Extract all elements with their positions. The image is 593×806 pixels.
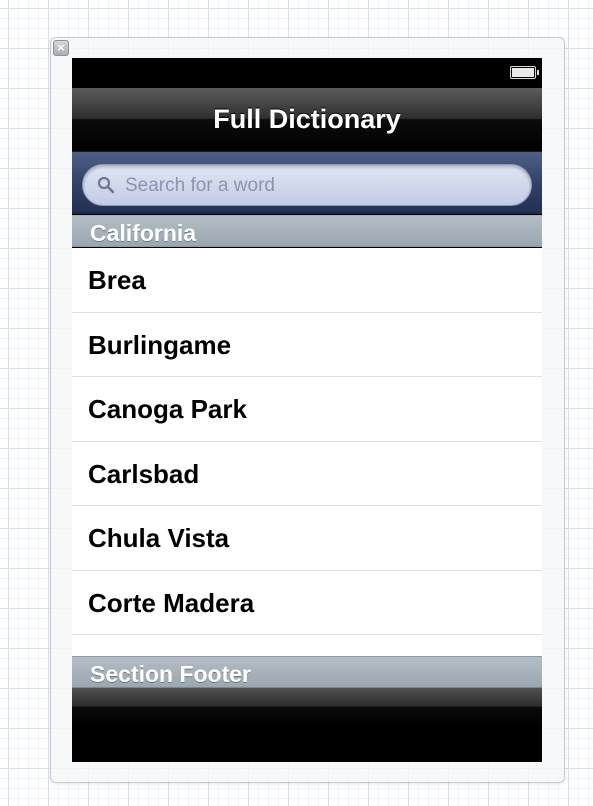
table-row[interactable]: Carlsbad [72, 441, 542, 506]
row-label: Corte Madera [88, 587, 255, 618]
table-row[interactable]: Burlingame [72, 312, 542, 377]
row-label: Canoga Park [88, 394, 247, 424]
search-icon [97, 176, 115, 194]
table-view[interactable]: Brea Burlingame Canoga Park Carlsbad Chu… [72, 248, 542, 656]
row-label: Brea [88, 265, 146, 295]
table-row[interactable]: Chula Vista [72, 506, 542, 571]
section-header: California [72, 215, 542, 247]
status-bar [72, 58, 542, 88]
search-placeholder: Search for a word [125, 175, 275, 196]
search-input[interactable]: Search for a word [82, 164, 532, 206]
close-icon[interactable]: × [53, 40, 69, 56]
search-bar: Search for a word [72, 152, 542, 214]
section-footer: Section Footer [72, 656, 542, 688]
iphone-view: Full Dictionary Search for a word Califo… [72, 58, 542, 762]
navigation-bar: Full Dictionary [72, 88, 542, 152]
table-row[interactable]: Corte Madera [72, 570, 542, 635]
section-footer-label: Section Footer [90, 661, 252, 687]
battery-icon [510, 66, 539, 79]
row-label: Chula Vista [88, 523, 230, 553]
table-row[interactable]: Brea [72, 248, 542, 313]
table-row[interactable]: Canoga Park [72, 377, 542, 442]
bottom-toolbar [72, 688, 542, 726]
section-header-label: California [90, 220, 197, 246]
nav-title: Full Dictionary [213, 104, 401, 134]
row-label: Carlsbad [88, 458, 200, 489]
row-label: Burlingame [88, 329, 232, 360]
